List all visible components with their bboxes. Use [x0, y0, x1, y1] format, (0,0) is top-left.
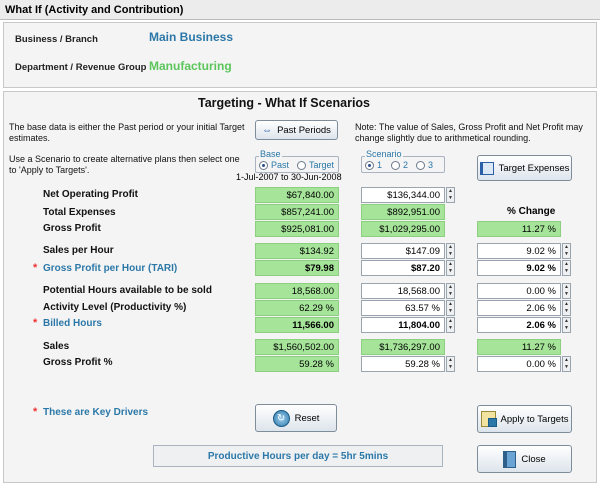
base-cell: $857,241.00: [255, 204, 339, 220]
base-radio-target[interactable]: Target: [297, 160, 334, 170]
scenario-radio-3[interactable]: 3: [416, 160, 433, 170]
past-periods-label: Past Periods: [277, 124, 331, 136]
base-cell: $1,560,502.00: [255, 339, 339, 355]
scenario-input[interactable]: 63.57 %: [361, 300, 445, 316]
target-expenses-button[interactable]: Target Expenses: [477, 155, 572, 181]
spinner[interactable]: ▲ ▼: [446, 300, 455, 316]
key-driver-star-icon: *: [33, 317, 38, 329]
row-label-potential-hours: Potential Hours available to be sold: [43, 285, 212, 296]
apply-to-targets-label: Apply to Targets: [500, 413, 569, 425]
base-cell: 11,566.00: [255, 317, 339, 333]
row-label-billed-hours: Billed Hours: [43, 318, 102, 329]
rounding-note: Note: The value of Sales, Gross Profit a…: [355, 122, 583, 143]
business-label: Business / Branch: [15, 34, 98, 45]
reset-label: Reset: [294, 412, 320, 424]
refresh-icon: ↻: [272, 409, 290, 427]
row-label-net-operating-profit: Net Operating Profit: [43, 189, 139, 200]
spinner[interactable]: ▲ ▼: [562, 317, 571, 333]
pct-change-input[interactable]: 2.06 %: [477, 300, 561, 316]
scenario-input[interactable]: $136,344.00: [361, 187, 445, 203]
radio-unselected-icon: [416, 160, 425, 170]
header-panel: [3, 22, 597, 88]
date-range: 1-Jul-2007 to 30-Jun-2008: [236, 172, 342, 182]
spinner[interactable]: ▲ ▼: [446, 356, 455, 372]
page-title: Targeting - What If Scenarios: [198, 96, 371, 110]
spinner[interactable]: ▲ ▼: [446, 260, 455, 276]
spinner[interactable]: ▲ ▼: [562, 356, 571, 372]
scenario-cell: $1,736,297.00: [361, 339, 445, 355]
scenario-cell: $892,951.00: [361, 204, 445, 220]
row-label-activity-level: Activity Level (Productivity %): [43, 302, 187, 313]
pct-change-header: % Change: [507, 206, 556, 217]
spinner[interactable]: ▲ ▼: [562, 260, 571, 276]
pct-change-input[interactable]: 2.06 %: [477, 317, 561, 333]
scenario-input[interactable]: 59.28 %: [361, 356, 445, 372]
productive-hours-info: Productive Hours per day = 5hr 5mins: [153, 445, 443, 467]
scenario-input[interactable]: 18,568.00: [361, 283, 445, 299]
ledger-book-icon: [479, 161, 494, 175]
scenario-input[interactable]: $87.20: [361, 260, 445, 276]
key-driver-star-icon: *: [33, 262, 38, 274]
spinner[interactable]: ▲ ▼: [562, 283, 571, 299]
apply-document-icon: [480, 411, 497, 427]
key-drivers-legend: These are Key Drivers: [43, 407, 149, 418]
exit-door-icon: [503, 450, 517, 468]
department-value: Manufacturing: [149, 59, 232, 73]
past-periods-button[interactable]: ⇔ Past Periods: [255, 120, 338, 140]
radio-selected-icon: [259, 160, 268, 170]
base-cell: 59.28 %: [255, 356, 339, 372]
base-cell: $925,081.00: [255, 221, 339, 237]
spinner[interactable]: ▲ ▼: [446, 317, 455, 333]
radio-unselected-icon: [391, 160, 400, 170]
key-driver-star-icon: *: [33, 406, 38, 418]
row-label-total-expenses: Total Expenses: [43, 207, 116, 218]
double-arrow-icon: ⇔: [262, 124, 273, 136]
close-button[interactable]: Close: [477, 445, 572, 473]
pct-change-input[interactable]: 0.00 %: [477, 283, 561, 299]
row-label-gross-profit-per-hour: Gross Profit per Hour (TARI): [43, 263, 178, 274]
pct-change-cell: 11.27 %: [477, 221, 561, 237]
scenario-group-label: Scenario: [365, 149, 403, 159]
base-cell: 62.29 %: [255, 300, 339, 316]
scenario-input[interactable]: $147.09: [361, 243, 445, 259]
scenario-input[interactable]: 11,804.00: [361, 317, 445, 333]
reset-button[interactable]: ↻ Reset: [255, 404, 337, 432]
business-value: Main Business: [149, 30, 234, 44]
intro-text: The base data is either the Past period …: [9, 122, 245, 143]
spinner[interactable]: ▲ ▼: [446, 243, 455, 259]
base-cell: $134.92: [255, 243, 339, 259]
target-expenses-label: Target Expenses: [498, 162, 570, 174]
scenario-help-text: Use a Scenario to create alternative pla…: [9, 154, 240, 175]
pct-change-input[interactable]: 9.02 %: [477, 260, 561, 276]
scenario-radio-2[interactable]: 2: [391, 160, 408, 170]
row-label-gross-profit: Gross Profit: [43, 223, 101, 234]
spinner[interactable]: ▲ ▼: [562, 300, 571, 316]
row-label-sales-per-hour: Sales per Hour: [43, 245, 114, 256]
pct-change-input[interactable]: 0.00 %: [477, 356, 561, 372]
row-label-gross-profit-pct: Gross Profit %: [43, 357, 113, 368]
spinner[interactable]: ▲ ▼: [446, 187, 455, 203]
radio-selected-icon: [365, 160, 374, 170]
scenario-cell: $1,029,295.00: [361, 221, 445, 237]
pct-change-input[interactable]: 9.02 %: [477, 243, 561, 259]
close-label: Close: [521, 453, 546, 465]
base-cell: 18,568.00: [255, 283, 339, 299]
apply-to-targets-button[interactable]: Apply to Targets: [477, 405, 572, 433]
department-label: Department / Revenue Group: [15, 62, 147, 73]
spinner[interactable]: ▲ ▼: [562, 243, 571, 259]
pct-change-cell: 11.27 %: [477, 339, 561, 355]
base-group-label: Base: [259, 149, 282, 159]
row-label-sales: Sales: [43, 341, 70, 352]
base-cell: $67,840.00: [255, 187, 339, 203]
spinner[interactable]: ▲ ▼: [446, 283, 455, 299]
window-title: What If (Activity and Contribution): [0, 0, 600, 20]
base-radio-past[interactable]: Past: [259, 160, 289, 170]
scenario-radio-1[interactable]: 1: [365, 160, 382, 170]
base-cell: $79.98: [255, 260, 339, 276]
radio-unselected-icon: [297, 160, 306, 170]
